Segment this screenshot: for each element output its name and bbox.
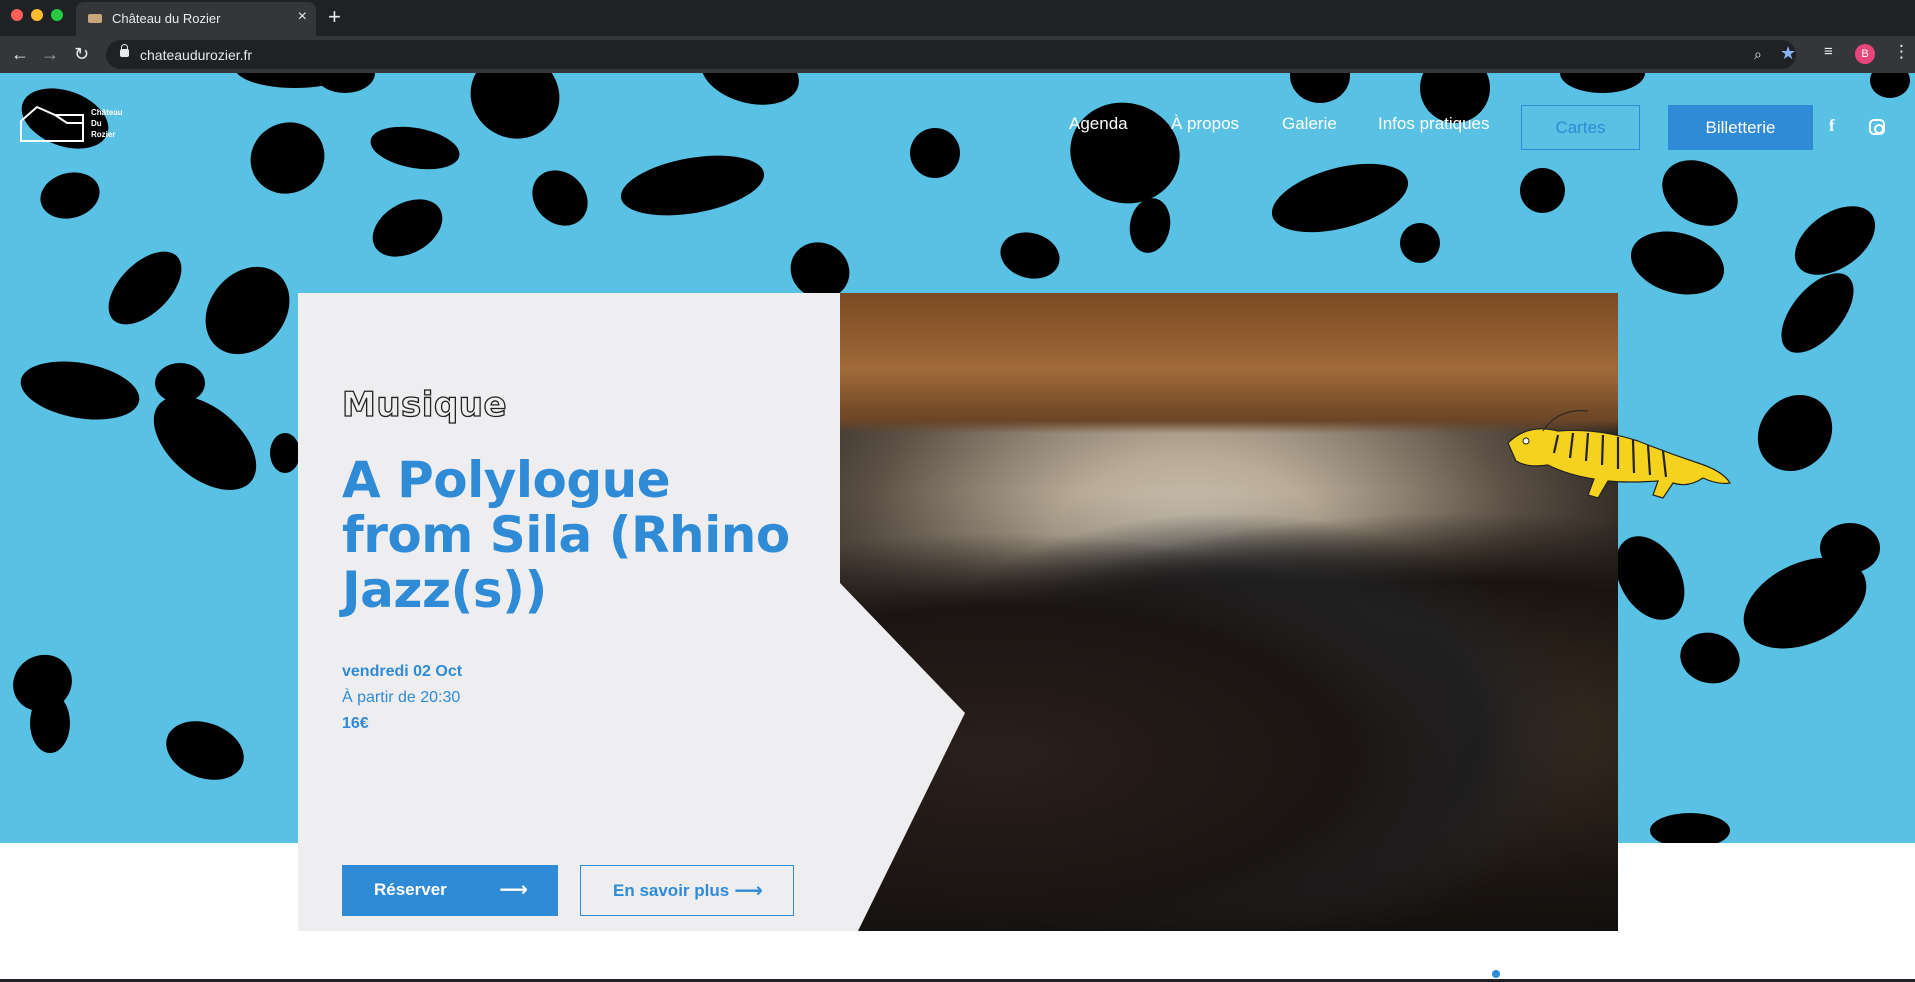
reserve-button[interactable]: Réserver ⟶ <box>342 865 558 916</box>
arrow-right-icon: ⟶ <box>734 880 763 902</box>
decorative-blob <box>1560 73 1645 93</box>
decorative-blob <box>995 226 1065 285</box>
tab-title: Château du Rozier <box>112 11 221 26</box>
event-category: Musique <box>341 384 508 425</box>
carousel-dot[interactable] <box>1492 970 1500 978</box>
logo-line-2: Du <box>91 119 102 128</box>
browser-toolbar: ← → ↻ chateaudurozier.fr ⌕ ★ <box>0 36 1915 73</box>
event-title: A Polylogue from Sila (Rhino Jazz(s)) <box>342 451 790 619</box>
url-text[interactable]: chateaudurozier.fr <box>140 47 252 63</box>
decorative-blob <box>1290 73 1350 103</box>
decorative-blob <box>1650 147 1750 239</box>
decorative-blob <box>136 377 274 509</box>
favicon-icon <box>88 14 102 23</box>
profile-avatar[interactable]: B <box>1855 44 1875 64</box>
browser-tab-bar: Château du Rozier × + <box>0 0 1915 36</box>
carousel-dot[interactable] <box>1505 970 1513 978</box>
decorative-blob <box>1400 223 1440 263</box>
decorative-blob <box>237 108 338 208</box>
logo-line-3: Rozier <box>91 130 116 139</box>
forward-button[interactable]: → <box>41 43 59 65</box>
browser-menu-icon[interactable]: ⋮ <box>1893 42 1910 62</box>
maximize-window-button[interactable] <box>51 9 63 21</box>
decorative-blob <box>521 159 599 237</box>
carousel-dot[interactable] <box>1570 970 1578 978</box>
decorative-blob <box>2 644 83 722</box>
arrow-right-icon: ⟶ <box>499 879 528 901</box>
logo-line-1: Château <box>91 108 123 117</box>
decorative-blob <box>1650 813 1730 843</box>
decorative-blob <box>315 73 375 93</box>
new-tab-button[interactable]: + <box>328 4 341 30</box>
facebook-icon[interactable]: f <box>1829 116 1835 136</box>
reserve-label: Réserver <box>374 880 447 899</box>
decorative-blob <box>95 238 195 338</box>
decorative-blob <box>367 120 463 176</box>
billetterie-button[interactable]: Billetterie <box>1668 105 1813 150</box>
decorative-blob <box>362 187 453 269</box>
nav-item-a-propos[interactable]: À propos <box>1171 114 1239 134</box>
decorative-blob <box>906 124 964 182</box>
decorative-blob <box>1058 90 1192 216</box>
close-tab-icon[interactable]: × <box>298 8 307 26</box>
event-price: 16€ <box>342 715 369 732</box>
event-photo <box>840 293 1618 931</box>
decorative-blob <box>616 145 769 226</box>
decorative-blob <box>1125 194 1175 257</box>
minimize-window-button[interactable] <box>31 9 43 21</box>
decorative-blob <box>1742 379 1848 487</box>
nav-item-galerie[interactable]: Galerie <box>1282 114 1337 134</box>
decorative-blob <box>188 250 307 371</box>
carousel-dot[interactable] <box>1557 970 1565 978</box>
media-control-icon[interactable]: ≡ <box>1824 43 1833 60</box>
nav-item-agenda[interactable]: Agenda <box>1069 114 1128 134</box>
back-button[interactable]: ← <box>11 43 29 65</box>
decorative-blob <box>35 166 105 225</box>
carousel-dot[interactable] <box>1544 970 1552 978</box>
event-card: Musique A Polylogue from Sila (Rhino Jaz… <box>298 293 1618 931</box>
instagram-icon[interactable] <box>1869 119 1885 135</box>
carousel-dot[interactable] <box>1531 970 1539 978</box>
logo-text: Château Du Rozier <box>91 107 151 140</box>
decorative-blob <box>454 73 576 155</box>
event-time: À partir de 20:30 <box>342 689 461 706</box>
event-date: vendredi 02 Oct <box>342 663 463 680</box>
learn-more-label: En savoir plus <box>613 881 730 900</box>
bookmark-star-icon[interactable]: ★ <box>1780 43 1796 64</box>
decorative-blob <box>1520 168 1565 213</box>
zoom-icon[interactable]: ⌕ <box>1754 46 1762 63</box>
browser-tab[interactable]: Château du Rozier × <box>76 2 316 36</box>
reload-button[interactable]: ↻ <box>74 43 89 65</box>
nav-item-infos-pratiques[interactable]: Infos pratiques <box>1378 114 1490 134</box>
carousel-dot[interactable] <box>1583 970 1591 978</box>
decorative-blob <box>1264 150 1416 246</box>
tiger-illustration <box>1507 410 1731 499</box>
carousel-dot[interactable] <box>1518 970 1526 978</box>
decorative-blob <box>1870 73 1910 98</box>
decorative-blob <box>1674 626 1746 690</box>
decorative-blob <box>16 352 144 429</box>
decorative-blob <box>1767 260 1868 366</box>
lock-icon <box>120 44 129 57</box>
decorative-blob <box>270 433 300 473</box>
learn-more-button[interactable]: En savoir plus ⟶ <box>580 865 794 916</box>
decorative-blob <box>693 73 807 115</box>
cartes-button[interactable]: Cartes <box>1521 105 1640 150</box>
address-bar[interactable]: chateaudurozier.fr ⌕ ★ <box>106 40 1796 69</box>
close-window-button[interactable] <box>11 9 23 21</box>
decorative-blob <box>158 710 252 791</box>
decorative-blob <box>1623 221 1732 305</box>
web-page: Château Du Rozier Agenda À propos Galeri… <box>0 73 1915 982</box>
